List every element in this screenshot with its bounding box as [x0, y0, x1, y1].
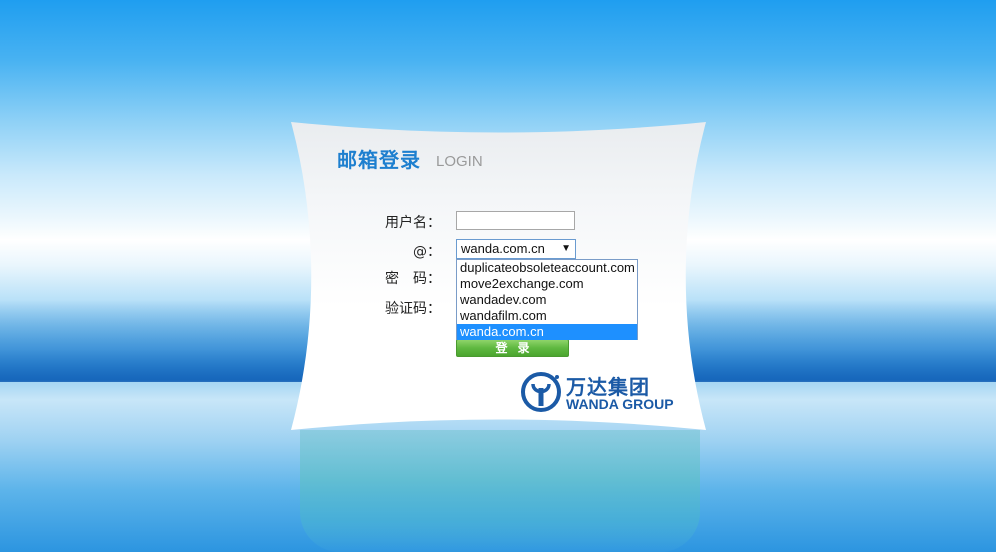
- username-input[interactable]: [456, 211, 575, 230]
- page-title-en: LOGIN: [436, 153, 483, 170]
- domain-option[interactable]: duplicateobsoleteaccount.com: [457, 260, 637, 276]
- domain-option[interactable]: move2exchange.com: [457, 276, 637, 292]
- domain-selected-value: wanda.com.cn: [461, 241, 545, 256]
- domain-option-selected[interactable]: wanda.com.cn: [457, 324, 637, 340]
- password-label: 密 码：: [385, 271, 441, 287]
- captcha-label: 验证码：: [385, 301, 441, 317]
- login-button[interactable]: 登录: [456, 339, 569, 357]
- panel-reflection: [300, 430, 700, 552]
- page-title: 邮箱登录: [337, 148, 421, 172]
- domain-dropdown-list: duplicateobsoleteaccount.com move2exchan…: [456, 259, 638, 340]
- domain-select[interactable]: wanda.com.cn ▼: [456, 239, 576, 259]
- domain-option[interactable]: wandadev.com: [457, 292, 637, 308]
- logo-name-en: WANDA GROUP: [566, 396, 674, 412]
- domain-option[interactable]: wandafilm.com: [457, 308, 637, 324]
- username-label: 用户名：: [385, 215, 441, 231]
- domain-label: @：: [413, 244, 441, 260]
- dropdown-arrow-icon[interactable]: ▼: [561, 240, 571, 258]
- wanda-logo-icon: [521, 372, 561, 412]
